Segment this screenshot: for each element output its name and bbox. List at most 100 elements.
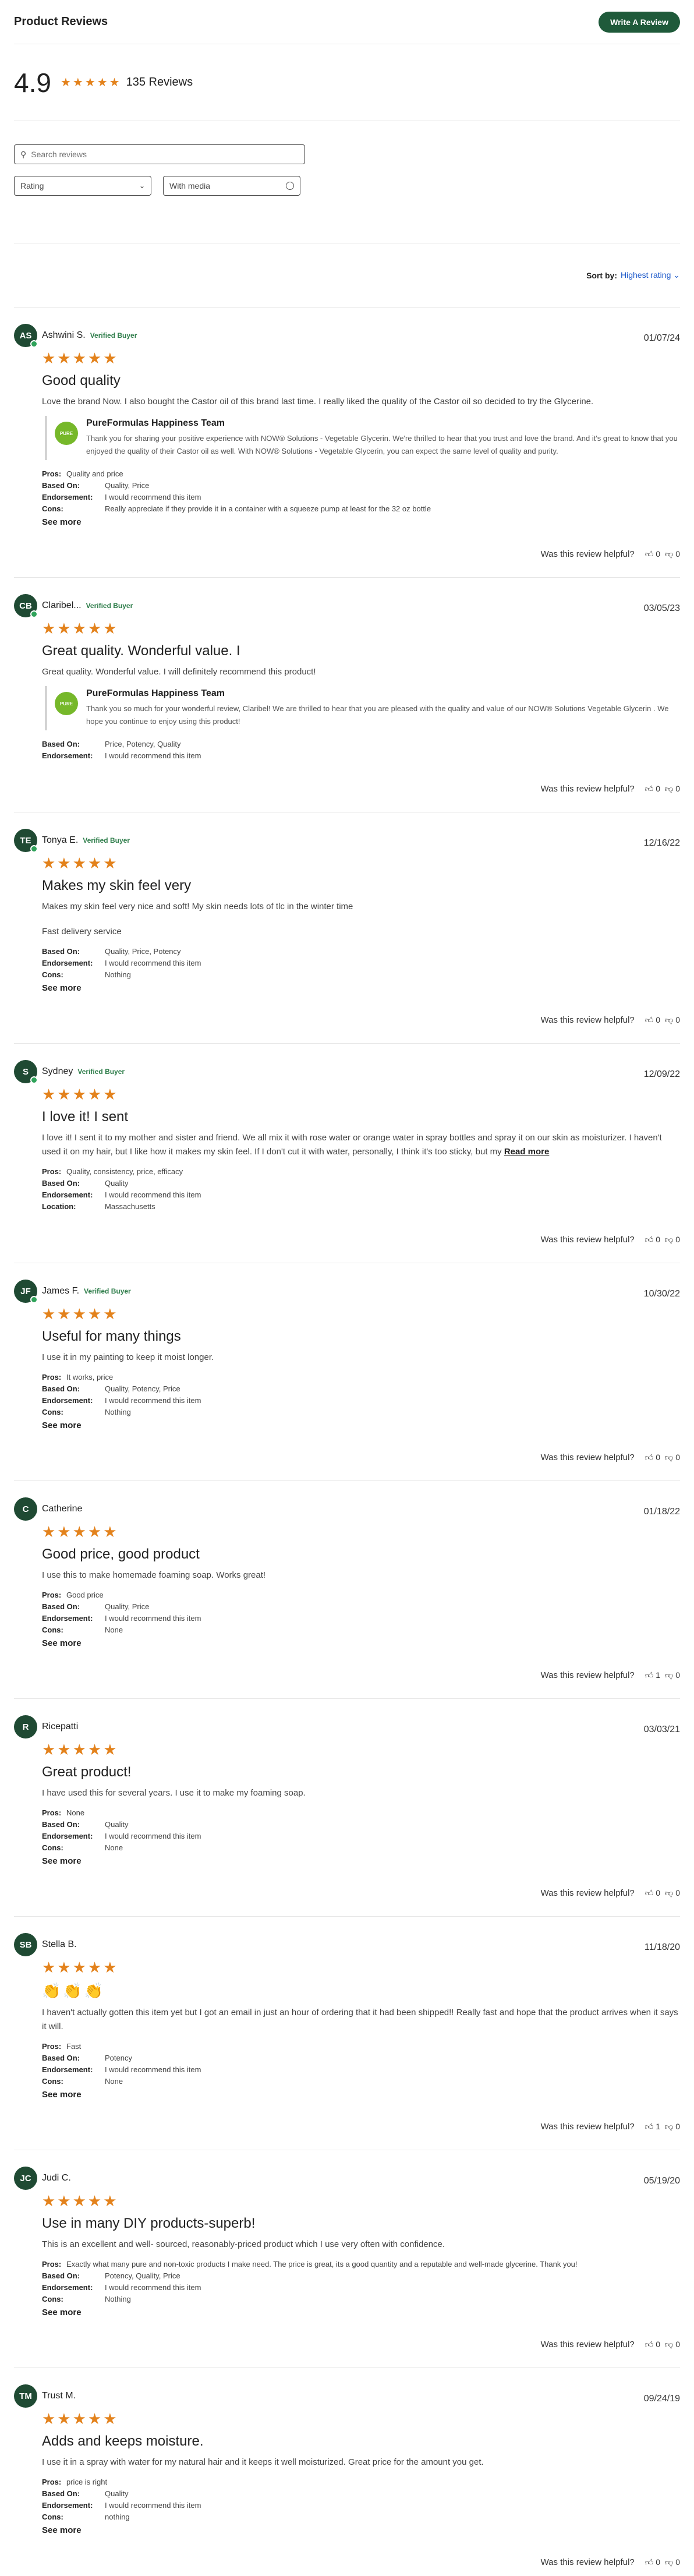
thumbs-down-button[interactable]: 👎︎ 0 [665,2122,680,2132]
attr-value: I would recommend this item [105,1832,201,1840]
reviewer-name: Stella B. [42,1939,77,1949]
thumbs-down-button[interactable]: 👎︎ 0 [665,784,680,794]
check-badge-icon [30,610,38,618]
see-more-link[interactable]: See more [42,2525,680,2535]
verified-badge: Verified Buyer [77,1068,125,1076]
review-header: JC Judi C. [14,2167,680,2190]
thumbs-down-button[interactable]: 👎︎ 0 [665,1670,680,1680]
attr-label: Endorsement: [42,2501,93,2510]
media-toggle-radio[interactable] [286,182,294,190]
attr-cons: Cons: Nothing [42,1407,680,1418]
attr-based-on: Based On: Quality, Potency, Price [42,1383,680,1395]
thumbs-down-button[interactable]: 👎︎ 0 [665,1888,680,1898]
attr-label: Endorsement: [42,2065,93,2074]
review-date: 01/18/22 [643,1507,680,1517]
thumbs-up-button[interactable]: 👍︎ 0 [645,549,660,559]
thumbs-up-button[interactable]: 👍︎ 1 [645,2122,660,2132]
rating-filter[interactable]: Rating ⌄ [14,176,151,196]
reviewer-name: Ricepatti [42,1722,79,1732]
review-body: ★★★★★ Makes my skin feel very Makes my ski… [14,854,680,993]
thumbs-up-button[interactable]: 👍︎ 0 [645,1235,660,1245]
see-more-link[interactable]: See more [42,2090,680,2100]
attr-cons: Cons: None [42,1842,680,1854]
reviews-header: Product Reviews Write A Review [14,0,680,44]
sort-bar: Sort by: Highest rating ⌄ [14,243,680,308]
write-review-button[interactable]: Write A Review [599,11,680,33]
media-filter[interactable]: With media [163,176,300,196]
thumbs-up-button[interactable]: 👍︎ 0 [645,1015,660,1025]
attr-value: I would recommend this item [105,2501,201,2510]
review-body: ★★★★★ Great product! I have used this for … [14,1741,680,1866]
review-attributes: Pros: Quality and price Based On: Quality, … [42,468,680,515]
thumbs-down-button[interactable]: 👎︎ 0 [665,1235,680,1245]
attr-label: Based On: [42,1820,80,1829]
thumbs-up-button[interactable]: 👍︎ 0 [645,2557,660,2567]
thumbs-up-button[interactable]: 👍︎ 0 [645,1453,660,1462]
reviewer-name: Catherine [42,1504,83,1514]
see-more-link[interactable]: See more [42,983,680,993]
thumbs-down-button[interactable]: 👎︎ 0 [665,1453,680,1462]
review-text-content: Great quality. Wonderful value. I will d… [42,667,316,677]
reviewer-name: Tonya E. [42,835,79,845]
search-box[interactable]: ⚲ [14,144,305,164]
check-badge-icon [30,340,38,348]
review-text: Love the brand Now. I also bought the Ca… [42,395,680,409]
see-more-link[interactable]: See more [42,2308,680,2317]
review-text: I haven't actually gotten this item yet … [42,2006,680,2034]
avatar-initials: R [22,1722,29,1732]
attr-value: Potency, Quality, Price [105,2271,180,2280]
thumbs-down-button[interactable]: 👎︎ 0 [665,2340,680,2349]
see-more-link[interactable]: See more [42,1638,680,1648]
review-stars: ★★★★★ [42,854,119,872]
review-text: This is an excellent and well- sourced, … [42,2238,680,2252]
attr-label: Cons: [42,2513,63,2521]
thumbs-down-count: 0 [675,549,680,559]
thumbs-up-button[interactable]: 👍︎ 0 [645,2340,660,2349]
attr-label: Based On: [42,2054,80,2062]
attr-label: Pros: [42,1373,62,1381]
attr-based-on: Based On: Quality [42,1178,680,1189]
avatar-initials: S [22,1066,29,1077]
review-header: AS Ashwini S. Verified Buyer [14,324,680,348]
review-header: C Catherine [14,1497,680,1521]
thumbs-up-count: 1 [656,1670,661,1680]
review-item: AS Ashwini S. Verified Buyer 01/07/24 ★★★★★ G… [14,308,680,578]
attr-label: Cons: [42,504,63,513]
attr-value: Potency [105,2054,132,2062]
review-title: Useful for many things [42,1328,181,1344]
review-stars: ★★★★★ [42,1086,119,1103]
see-more-link[interactable]: See more [42,1856,680,1866]
review-stars: ★★★★★ [42,1305,119,1323]
avatar-initials: SB [19,1939,32,1950]
attr-pros: Pros: Exactly what many pure and non-toxi… [42,2259,680,2270]
review-body: ★★★★★ I love it! I sent I love it! I sent … [14,1086,680,1213]
review-text-content: I use it in my painting to keep it moist… [42,1352,214,1362]
thumbs-down-button[interactable]: 👎︎ 0 [665,549,680,559]
avatar: S [14,1060,38,1084]
attr-value: Quality, Potency, Price [105,1384,180,1393]
review-attributes: Pros: Exactly what many pure and non-toxi… [42,2259,680,2305]
review-date: 01/07/24 [643,333,680,343]
see-more-link[interactable]: See more [42,1420,680,1430]
see-more-link[interactable]: See more [42,517,680,527]
thumbs-down-button[interactable]: 👎︎ 0 [665,2557,680,2567]
avatar: SB [14,1933,37,1956]
search-input[interactable] [31,150,299,159]
review-title: Makes my skin feel very [42,878,192,893]
attr-value: Price, Potency, Quality [105,740,181,748]
thumbs-down-button[interactable]: 👎︎ 0 [665,1015,680,1025]
helpful-row: Was this review helpful? 👍︎ 1 👎︎ 0 [14,1663,680,1687]
thumbs-up-button[interactable]: 👍︎ 1 [645,1670,660,1680]
attr-based-on: Based On: Quality [42,2488,680,2500]
attr-endorsement: Endorsement: I would recommend this item [42,957,680,969]
sort-select[interactable]: Highest rating ⌄ [621,270,680,280]
thumbs-down-count: 0 [675,1452,680,1462]
attr-value: None [105,1626,123,1634]
thumbs-up-button[interactable]: 👍︎ 0 [645,1888,660,1898]
attr-pros: Pros: It works, price [42,1372,680,1383]
thumbs-up-button[interactable]: 👍︎ 0 [645,784,660,794]
review-title: Good price, good product [42,1546,200,1562]
read-more-link[interactable]: Read more [504,1147,550,1157]
helpful-row: Was this review helpful? 👍︎ 0 👎︎ 0 [14,1881,680,1904]
avatar-initials: TM [19,2391,32,2401]
